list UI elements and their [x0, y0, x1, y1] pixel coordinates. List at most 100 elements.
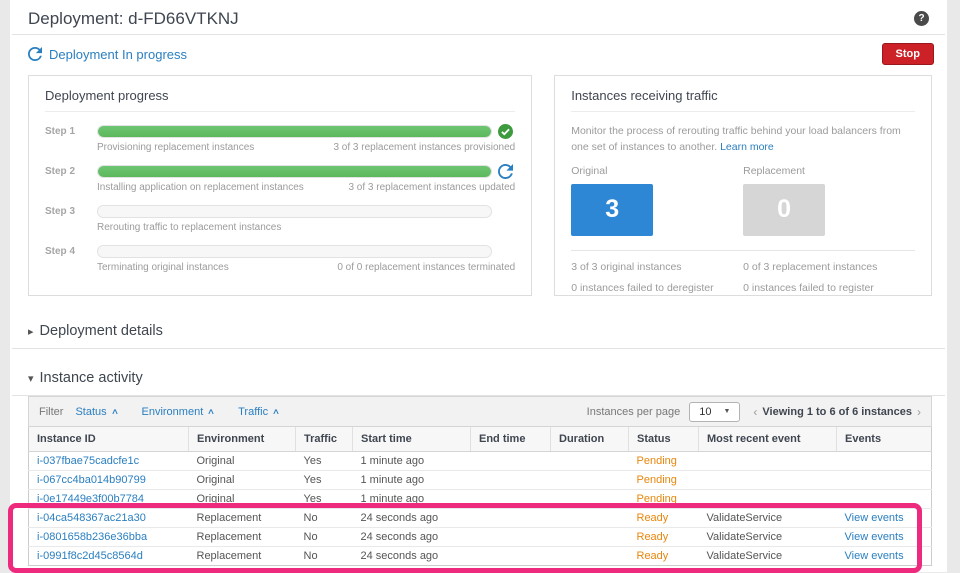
view-events-link[interactable]: View events: [845, 531, 904, 543]
stop-button[interactable]: Stop: [881, 43, 934, 65]
cell-status: Ready: [628, 508, 699, 528]
view-events-link[interactable]: View events: [845, 512, 904, 524]
instance-id-link[interactable]: i-067cc4ba014b90799: [37, 474, 146, 486]
table-header-row: Instance ID Environment Traffic Start ti…: [28, 427, 932, 452]
deployment-page: Deployment: d-FD66VTKNJ ? Deployment In …: [8, 0, 947, 573]
chevron-right-icon: ▸: [28, 325, 34, 338]
traffic-columns: Original 3 Replacement 0: [571, 165, 915, 236]
original-instances-stat: 3 of 3 original instances: [571, 260, 682, 273]
instances-receiving-traffic-panel: Instances receiving traffic Monitor the …: [554, 75, 932, 296]
table-row: i-0991f8c2d45c8564d Replacement No 24 se…: [28, 546, 932, 566]
register-failed-stat: 0 instances failed to register: [743, 281, 874, 294]
cell-traffic: No: [295, 527, 353, 547]
instance-activity-label: Instance activity: [39, 370, 143, 386]
deployment-status[interactable]: Deployment In progress: [28, 47, 187, 62]
view-events-link[interactable]: View events: [845, 550, 904, 562]
progress-step-2: Step 2 Installing application on replace…: [45, 164, 515, 193]
step-label: Step 2: [45, 166, 76, 177]
cell-end-time: [470, 527, 551, 547]
cell-end-time: [470, 546, 551, 566]
table-row: i-067cc4ba014b90799 Original Yes 1 minut…: [28, 470, 932, 490]
progress-bar: [97, 205, 493, 218]
cell-start-time: 24 seconds ago: [352, 527, 471, 547]
instance-id-link[interactable]: i-037fbae75cadcfe1c: [37, 455, 139, 467]
per-page-dropdown[interactable]: 10 ▼: [689, 401, 741, 422]
progress-step-4: Step 4 Terminating original instances 0 …: [45, 244, 515, 273]
original-label: Original: [571, 164, 608, 177]
deployment-progress-title: Deployment progress: [45, 88, 516, 112]
col-start-time: Start time: [352, 427, 471, 452]
page-title: Deployment: d-FD66VTKNJ: [28, 9, 239, 28]
replacement-instances-stat: 0 of 3 replacement instances: [743, 260, 878, 273]
col-duration: Duration: [550, 427, 629, 452]
filter-environment[interactable]: Environment ∧: [141, 405, 216, 418]
filter-item-label: Status: [75, 405, 107, 418]
filter-traffic[interactable]: Traffic ∧: [238, 405, 281, 418]
cell-most-recent-event: [699, 452, 837, 471]
instance-id-link[interactable]: i-0991f8c2d45c8564d: [37, 550, 143, 562]
instance-id-link[interactable]: i-0e17449e3f00b7784: [37, 493, 144, 505]
filter-bar: Filter Status ∧ Environment ∧ Traffic ∧ …: [28, 396, 932, 427]
filter-item-label: Traffic: [238, 405, 269, 418]
chevron-up-icon: ∧: [271, 407, 281, 416]
traffic-stats: 3 of 3 original instances 0 of 3 replace…: [571, 249, 915, 294]
cell-status: Ready: [628, 527, 699, 547]
prev-page-arrow[interactable]: ‹: [753, 405, 757, 419]
cell-environment: Original: [196, 455, 235, 467]
cell-start-time: 24 seconds ago: [352, 546, 471, 566]
instance-activity-section: Filter Status ∧ Environment ∧ Traffic ∧ …: [8, 396, 932, 573]
traffic-panel-title: Instances receiving traffic: [571, 88, 915, 112]
paging-text: Viewing 1 to 6 of 6 instances: [762, 405, 912, 418]
help-icon[interactable]: ?: [914, 11, 929, 26]
cell-start-time: 24 seconds ago: [352, 508, 471, 528]
replacement-count-box: 0: [743, 183, 826, 236]
per-page-label: Instances per page: [586, 405, 681, 418]
deployment-details-toggle[interactable]: ▸ Deployment details: [10, 323, 947, 339]
chevron-down-icon: ▼: [723, 408, 731, 415]
filter-status[interactable]: Status ∧: [75, 405, 118, 418]
cell-most-recent-event: [698, 489, 837, 509]
refresh-icon: [28, 47, 42, 61]
deployment-status-label: Deployment In progress: [49, 46, 188, 62]
cell-status: Pending: [628, 489, 699, 509]
col-traffic: Traffic: [295, 427, 353, 452]
cell-most-recent-event: ValidateService: [698, 527, 837, 547]
progress-bar: [97, 165, 493, 178]
cell-start-time: 1 minute ago: [352, 489, 471, 509]
step-detail: 3 of 3 replacement instances provisioned: [333, 142, 516, 153]
filter-item-label: Environment: [141, 405, 204, 418]
cell-start-time: 1 minute ago: [352, 470, 471, 490]
instance-id-link[interactable]: i-04ca548367ac21a30: [37, 512, 146, 524]
learn-more-link[interactable]: Learn more: [720, 141, 774, 153]
deployment-progress-panel: Deployment progress Step 1 Provisioning …: [28, 75, 533, 296]
cell-environment: Original: [188, 470, 296, 490]
col-end-time: End time: [470, 427, 551, 452]
panels-row: Deployment progress Step 1 Provisioning …: [10, 72, 947, 296]
cell-traffic: No: [295, 546, 353, 566]
step-description: Provisioning replacement instances: [97, 142, 255, 153]
traffic-panel-description: Monitor the process of rerouting traffic…: [571, 125, 901, 153]
cell-traffic: Yes: [295, 470, 353, 490]
instance-id-link[interactable]: i-0801658b236e36bba: [37, 531, 147, 543]
instance-activity-toggle[interactable]: ▾ Instance activity: [10, 370, 947, 386]
next-page-arrow[interactable]: ›: [917, 405, 921, 419]
cell-environment: Original: [188, 489, 296, 509]
progress-step-1: Step 1 Provisioning replacement instance…: [45, 124, 515, 153]
step-detail: 3 of 3 replacement instances updated: [348, 182, 516, 193]
step-description: Installing application on replacement in…: [97, 182, 304, 193]
step-detail: 0 of 0 replacement instances terminated: [337, 262, 516, 273]
paging-status: ‹ Viewing 1 to 6 of 6 instances ›: [753, 405, 921, 419]
cell-traffic: No: [295, 508, 353, 528]
progress-step-3: Step 3 Rerouting traffic to replacement …: [45, 204, 515, 233]
sync-in-progress-icon: [498, 164, 514, 179]
cell-duration: [550, 508, 629, 528]
instance-table: Instance ID Environment Traffic Start ti…: [28, 427, 932, 566]
cell-traffic: Yes: [303, 455, 322, 467]
cell-duration: [550, 489, 629, 509]
check-circle-icon: [498, 124, 514, 139]
table-row: i-0e17449e3f00b7784 Original Yes 1 minut…: [28, 489, 932, 509]
cell-environment: Replacement: [188, 546, 296, 566]
cell-duration: [550, 546, 629, 566]
chevron-down-icon: ▾: [28, 372, 34, 385]
per-page-value: 10: [699, 405, 712, 418]
